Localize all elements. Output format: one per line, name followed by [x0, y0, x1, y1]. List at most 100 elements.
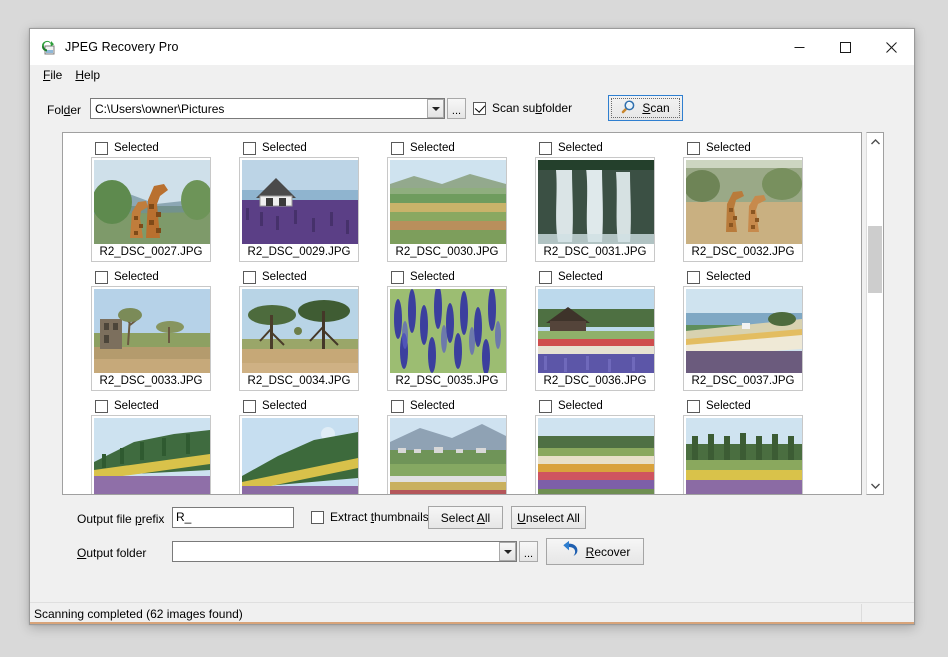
thumbnail-selected-checkbox-box[interactable] [95, 399, 108, 413]
recover-button[interactable]: Recover [546, 538, 644, 565]
thumbnail-selected-checkbox[interactable]: Selected [382, 268, 530, 286]
thumbnail-card[interactable] [683, 415, 803, 494]
thumbnail-card[interactable] [91, 415, 211, 494]
thumbnail-selected-checkbox[interactable]: Selected [382, 397, 530, 415]
resize-grip[interactable] [862, 604, 914, 624]
unselect-all-button[interactable]: Unselect All [511, 506, 586, 529]
output-prefix-input[interactable]: R_ [172, 507, 294, 528]
folder-combobox[interactable]: C:\Users\owner\Pictures [90, 98, 445, 119]
thumbnail-selected-checkbox[interactable]: Selected [234, 397, 382, 415]
extract-thumbnails-checkbox-box[interactable] [311, 510, 324, 524]
thumbnail-selected-checkbox-box[interactable] [539, 399, 552, 413]
thumbnail-cell[interactable]: Selected R2_DSC_0037.JPG [678, 268, 826, 391]
thumbnail-cell[interactable]: Selected R2_DSC_0035.JPG [382, 268, 530, 391]
thumbnail-cell[interactable]: Selected [382, 397, 530, 494]
thumbnail-image[interactable] [390, 289, 506, 373]
thumbnail-cell[interactable]: Selected [530, 397, 678, 494]
thumbnail-card[interactable]: R2_DSC_0027.JPG [91, 157, 211, 262]
thumbnail-card[interactable]: R2_DSC_0035.JPG [387, 286, 507, 391]
thumbnail-selected-checkbox-box[interactable] [391, 141, 404, 155]
output-folder-browse-button[interactable]: ... [519, 541, 538, 562]
thumbnail-card[interactable]: R2_DSC_0030.JPG [387, 157, 507, 262]
thumbnail-card[interactable] [535, 415, 655, 494]
chevron-down-icon[interactable] [427, 99, 444, 118]
thumbnail-selected-checkbox-box[interactable] [243, 270, 256, 284]
thumbnail-card[interactable]: R2_DSC_0034.JPG [239, 286, 359, 391]
thumbnail-selected-checkbox[interactable]: Selected [86, 139, 234, 157]
thumbnail-card[interactable]: R2_DSC_0037.JPG [683, 286, 803, 391]
thumbnail-selected-checkbox[interactable]: Selected [678, 139, 826, 157]
thumbnail-selected-checkbox[interactable]: Selected [86, 268, 234, 286]
thumbnail-selected-checkbox[interactable]: Selected [234, 268, 382, 286]
thumbnail-image[interactable] [390, 418, 506, 494]
thumbnail-image[interactable] [94, 160, 210, 244]
thumbnail-selected-checkbox[interactable]: Selected [678, 397, 826, 415]
maximize-button[interactable] [822, 29, 868, 65]
thumbnail-image[interactable] [94, 289, 210, 373]
menu-item-help[interactable]: Help [69, 66, 107, 84]
folder-browse-button[interactable]: ... [447, 98, 466, 119]
thumbnail-selected-checkbox[interactable]: Selected [530, 268, 678, 286]
thumbnail-cell[interactable]: Selected R2_DSC_0033.JPG [86, 268, 234, 391]
folder-input[interactable]: C:\Users\owner\Pictures [91, 102, 427, 116]
thumbnail-card[interactable] [387, 415, 507, 494]
chevron-down-icon[interactable] [499, 542, 516, 561]
thumbnail-card[interactable]: R2_DSC_0036.JPG [535, 286, 655, 391]
thumbnail-selected-checkbox-box[interactable] [95, 270, 108, 284]
thumbnail-selected-checkbox-box[interactable] [243, 141, 256, 155]
extract-thumbnails-checkbox[interactable]: Extract thumbnails [311, 510, 429, 524]
thumbnail-selected-checkbox-box[interactable] [687, 399, 700, 413]
vertical-scrollbar[interactable] [866, 132, 884, 495]
minimize-button[interactable] [776, 29, 822, 65]
thumbnail-selected-checkbox-box[interactable] [539, 141, 552, 155]
thumbnail-card[interactable]: R2_DSC_0029.JPG [239, 157, 359, 262]
thumbnail-cell[interactable]: Selected R2_DSC_0031.JPG [530, 139, 678, 262]
thumbnail-selected-checkbox[interactable]: Selected [382, 139, 530, 157]
thumbnail-image[interactable] [390, 160, 506, 244]
thumbnail-image[interactable] [538, 160, 654, 244]
thumbnail-image[interactable] [242, 289, 358, 373]
thumbnail-cell[interactable]: Selected R2_DSC_0030.JPG [382, 139, 530, 262]
thumbnail-selected-checkbox[interactable]: Selected [530, 397, 678, 415]
thumbnail-selected-checkbox-box[interactable] [687, 141, 700, 155]
thumbnail-card[interactable] [239, 415, 359, 494]
close-button[interactable] [868, 29, 914, 65]
thumbnail-selected-checkbox[interactable]: Selected [86, 397, 234, 415]
select-all-button[interactable]: Select All [428, 506, 503, 529]
thumbnail-cell[interactable]: Selected R2_DSC_0027.JPG [86, 139, 234, 262]
thumbnail-image[interactable] [538, 289, 654, 373]
scan-subfolder-checkbox-box[interactable] [473, 101, 486, 115]
thumbnail-cell[interactable]: Selected R2_DSC_0036.JPG [530, 268, 678, 391]
thumbnail-selected-checkbox-box[interactable] [539, 270, 552, 284]
thumbnail-selected-checkbox[interactable]: Selected [530, 139, 678, 157]
thumbnail-cell[interactable]: Selected R2_DSC_0029.JPG [234, 139, 382, 262]
thumbnail-selected-checkbox-box[interactable] [391, 399, 404, 413]
thumbnail-panel[interactable]: Selected R2_DSC_0027.JPG Selected R2_DSC_… [62, 132, 862, 495]
thumbnail-image[interactable] [94, 418, 210, 494]
thumbnail-selected-checkbox-box[interactable] [95, 141, 108, 155]
thumbnail-cell[interactable]: Selected [234, 397, 382, 494]
thumbnail-cell[interactable]: Selected R2_DSC_0034.JPG [234, 268, 382, 391]
thumbnail-cell[interactable]: Selected [678, 397, 826, 494]
thumbnail-image[interactable] [686, 160, 802, 244]
scan-button[interactable]: Scan [608, 95, 683, 121]
thumbnail-image[interactable] [242, 160, 358, 244]
thumbnail-card[interactable]: R2_DSC_0033.JPG [91, 286, 211, 391]
thumbnail-card[interactable]: R2_DSC_0032.JPG [683, 157, 803, 262]
scrollbar-thumb[interactable] [868, 226, 882, 293]
thumbnail-selected-checkbox-box[interactable] [391, 270, 404, 284]
scroll-up-icon[interactable] [867, 133, 883, 150]
thumbnail-selected-checkbox[interactable]: Selected [234, 139, 382, 157]
scan-subfolder-checkbox[interactable]: Scan subfolder [473, 101, 572, 115]
scrollbar-track[interactable] [867, 150, 883, 477]
thumbnail-image[interactable] [242, 418, 358, 494]
thumbnail-image[interactable] [686, 289, 802, 373]
thumbnail-card[interactable]: R2_DSC_0031.JPG [535, 157, 655, 262]
thumbnail-cell[interactable]: Selected R2_DSC_0032.JPG [678, 139, 826, 262]
thumbnail-image[interactable] [686, 418, 802, 494]
thumbnail-cell[interactable]: Selected [86, 397, 234, 494]
scroll-down-icon[interactable] [867, 477, 883, 494]
thumbnail-image[interactable] [538, 418, 654, 494]
menu-item-file[interactable]: File [37, 66, 69, 84]
thumbnail-selected-checkbox[interactable]: Selected [678, 268, 826, 286]
